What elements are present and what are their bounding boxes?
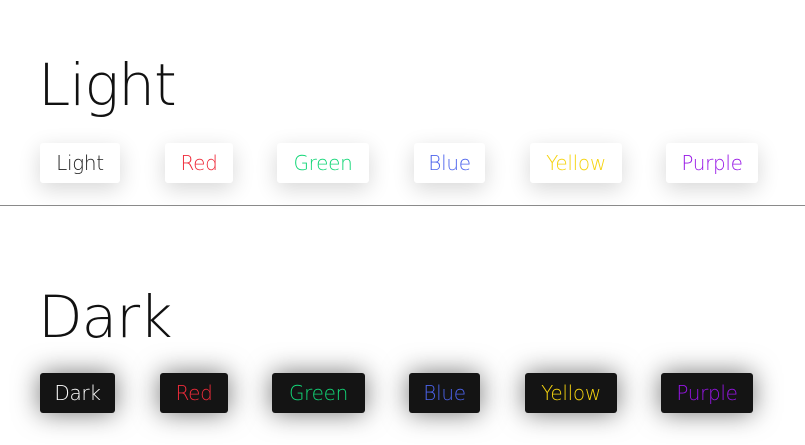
dark-section: Dark Dark Red Green Blue Yellow Purple xyxy=(0,206,805,445)
dark-heading: Dark xyxy=(38,283,173,351)
light-button-green[interactable]: Green xyxy=(277,143,369,183)
light-button-blue[interactable]: Blue xyxy=(414,143,485,183)
dark-button-dark[interactable]: Dark xyxy=(40,373,115,413)
light-button-red[interactable]: Red xyxy=(165,143,233,183)
light-button-purple[interactable]: Purple xyxy=(666,143,758,183)
light-button-yellow[interactable]: Yellow xyxy=(530,143,622,183)
dark-button-red[interactable]: Red xyxy=(160,373,228,413)
light-section: Light Light Red Green Blue Yellow Purple xyxy=(0,0,805,205)
dark-button-row: Dark Red Green Blue Yellow Purple xyxy=(0,373,805,413)
dark-button-blue[interactable]: Blue xyxy=(409,373,480,413)
light-heading: Light xyxy=(38,51,177,119)
light-button-light[interactable]: Light xyxy=(40,143,120,183)
dark-button-yellow[interactable]: Yellow xyxy=(525,373,617,413)
light-button-row: Light Red Green Blue Yellow Purple xyxy=(0,143,805,183)
dark-button-purple[interactable]: Purple xyxy=(661,373,753,413)
dark-button-green[interactable]: Green xyxy=(272,373,365,413)
